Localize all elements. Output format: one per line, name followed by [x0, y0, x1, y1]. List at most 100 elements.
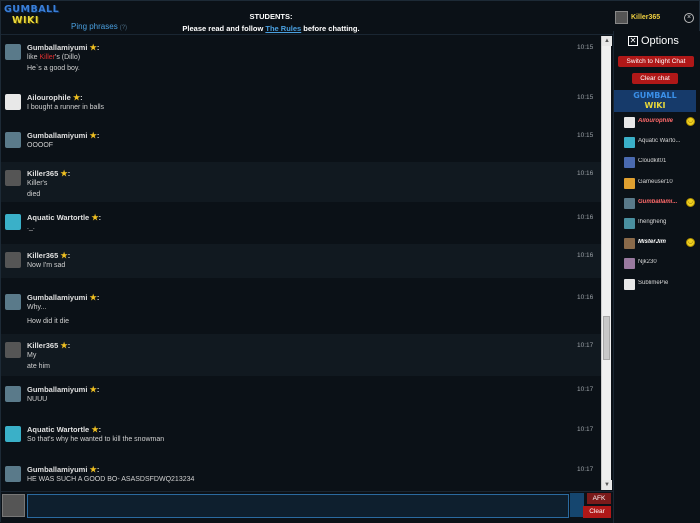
rules-link[interactable]: The Rules	[265, 24, 301, 33]
message-username[interactable]: Gumballamiyumi ★:	[27, 43, 99, 52]
input-side-bar	[570, 493, 584, 517]
message-scrollbar[interactable]: ▲ ▼	[601, 36, 612, 490]
star-icon: ★	[58, 341, 68, 350]
message-avatar[interactable]	[5, 170, 21, 186]
user-avatar	[624, 197, 635, 209]
user-name: Gumballami...	[638, 198, 678, 205]
user-list-item[interactable]: MisterJim ◡	[614, 234, 700, 254]
message-text: Now I'm sad	[27, 262, 66, 269]
clear-input-button[interactable]: Clear	[583, 506, 611, 518]
clear-chat-button[interactable]: Clear chat	[632, 73, 678, 84]
user-name: Njk230	[638, 259, 657, 266]
message-item: Gumballamiyumi ★: OOOOF 10:15	[1, 124, 601, 154]
away-status-icon: ◡	[686, 117, 695, 126]
message-input[interactable]	[27, 494, 569, 518]
message-text-part: 's (Dillo)	[55, 54, 81, 61]
user-avatar	[624, 157, 635, 169]
message-input-row	[1, 491, 613, 523]
star-icon: ★	[87, 131, 97, 140]
message-avatar[interactable]	[5, 94, 21, 110]
notice-body: Please read and follow The Rules before …	[161, 23, 381, 35]
user-list-item[interactable]: SublimePie	[614, 275, 700, 295]
message-timestamp: 10:15	[577, 94, 594, 101]
star-icon: ★	[70, 93, 81, 102]
message-avatar[interactable]	[5, 426, 21, 442]
scroll-down-arrow-icon[interactable]: ▼	[602, 480, 612, 490]
message-text: My	[27, 352, 37, 359]
options-button[interactable]: ✕ Options	[628, 35, 679, 47]
message-username[interactable]: Gumballamiyumi ★:	[27, 293, 99, 302]
gumball-wiki-logo[interactable]: GUMBALL WIKI	[4, 4, 59, 30]
ping-help-icon[interactable]: (?)	[120, 25, 127, 31]
star-icon: ★	[58, 251, 68, 260]
message-avatar[interactable]	[5, 132, 21, 148]
user-avatar	[624, 177, 635, 189]
options-icon: ✕	[628, 36, 638, 46]
message-avatar[interactable]	[5, 214, 21, 230]
message-text: So that's why he wanted to kill the snow…	[27, 436, 165, 443]
message-text-part: like	[27, 54, 40, 61]
username-colon: :	[67, 341, 71, 350]
message-avatar[interactable]	[5, 44, 21, 60]
user-list-item[interactable]: Cloudkit01	[614, 153, 700, 173]
user-list-item[interactable]: Njk230	[614, 254, 700, 274]
user-list-item[interactable]: Ihengheng	[614, 214, 700, 234]
star-icon: ★	[87, 293, 97, 302]
star-icon: ★	[58, 169, 68, 178]
user-name: SublimePie	[638, 279, 669, 286]
message-username[interactable]: Gumballamiyumi ★:	[27, 385, 99, 394]
user-name: Gameuser10	[638, 178, 673, 185]
user-avatar	[624, 258, 635, 270]
night-chat-button[interactable]: Switch to Night Chat	[618, 56, 694, 67]
afk-button[interactable]: AFK	[587, 493, 611, 504]
message-username[interactable]: Aquatic Wartortle ★:	[27, 213, 101, 222]
message-username[interactable]: Ailourophile ★:	[27, 93, 83, 102]
message-username[interactable]: Aquatic Wartortle ★:	[27, 425, 101, 434]
message-avatar[interactable]	[5, 252, 21, 268]
username-colon: :	[96, 293, 100, 302]
options-label: Options	[641, 35, 679, 47]
message-text: Why...	[27, 304, 47, 311]
user-list-item[interactable]: Gumballami... ◡	[614, 194, 700, 214]
message-item: Gumballamiyumi ★: NUUU 10:17	[1, 378, 601, 412]
scroll-thumb[interactable]	[603, 316, 610, 360]
star-icon: ★	[89, 425, 99, 434]
message-avatar[interactable]	[5, 386, 21, 402]
sidebar-logo-text-2: WIKI	[644, 101, 666, 110]
message-avatar[interactable]	[5, 294, 21, 310]
message-item: Gumballamiyumi ★: Why... How did it die 10:…	[1, 286, 601, 332]
message-username[interactable]: Gumballamiyumi ★:	[27, 465, 99, 474]
message-text: Killer's	[27, 180, 48, 187]
message-item: Gumballamiyumi ★: like Killer's (Dillo) He…	[1, 36, 601, 78]
user-avatar	[624, 278, 635, 290]
message-avatar[interactable]	[5, 342, 21, 358]
message-username[interactable]: Killer365 ★:	[27, 341, 70, 350]
message-item: Aquatic Wartortle ★: So that's why he wan…	[1, 418, 601, 452]
username-colon: :	[96, 465, 100, 474]
message-text: like Killer's (Dillo)	[27, 54, 80, 61]
user-list-item[interactable]: Gameuser10	[614, 174, 700, 194]
user-avatar	[624, 218, 635, 229]
message-username-text: Killer365	[27, 169, 59, 178]
scroll-up-arrow-icon[interactable]: ▲	[602, 36, 612, 46]
star-icon: ★	[87, 43, 97, 52]
close-icon[interactable]: ×	[684, 13, 694, 23]
user-list-item[interactable]: Aquatic Warto...	[614, 133, 700, 153]
username-colon: :	[96, 43, 100, 52]
sidebar-room-logo[interactable]: GUMBALL WIKI	[614, 90, 696, 112]
message-username-text: Killer365	[27, 251, 59, 260]
ping-phrases-link[interactable]: Ping phrases (?)	[71, 22, 127, 31]
username-colon: :	[80, 93, 83, 102]
message-timestamp: 10:16	[577, 294, 594, 301]
message-avatar[interactable]	[5, 466, 21, 482]
chat-window: GUMBALL WIKI Ping phrases (?) STUDENTS: P…	[0, 0, 700, 523]
username-colon: :	[67, 251, 71, 260]
message-username[interactable]: Killer365 ★:	[27, 251, 70, 260]
ping-phrases-label: Ping phrases	[71, 22, 118, 31]
message-item: Aquatic Wartortle ★: ._. 10:16	[1, 206, 601, 240]
message-username-text: Killer365	[27, 341, 59, 350]
user-name: Cloudkit01	[638, 158, 667, 165]
message-username[interactable]: Killer365 ★:	[27, 169, 70, 178]
message-username[interactable]: Gumballamiyumi ★:	[27, 131, 99, 140]
user-list-item[interactable]: Ailourophile ◡	[614, 113, 700, 133]
